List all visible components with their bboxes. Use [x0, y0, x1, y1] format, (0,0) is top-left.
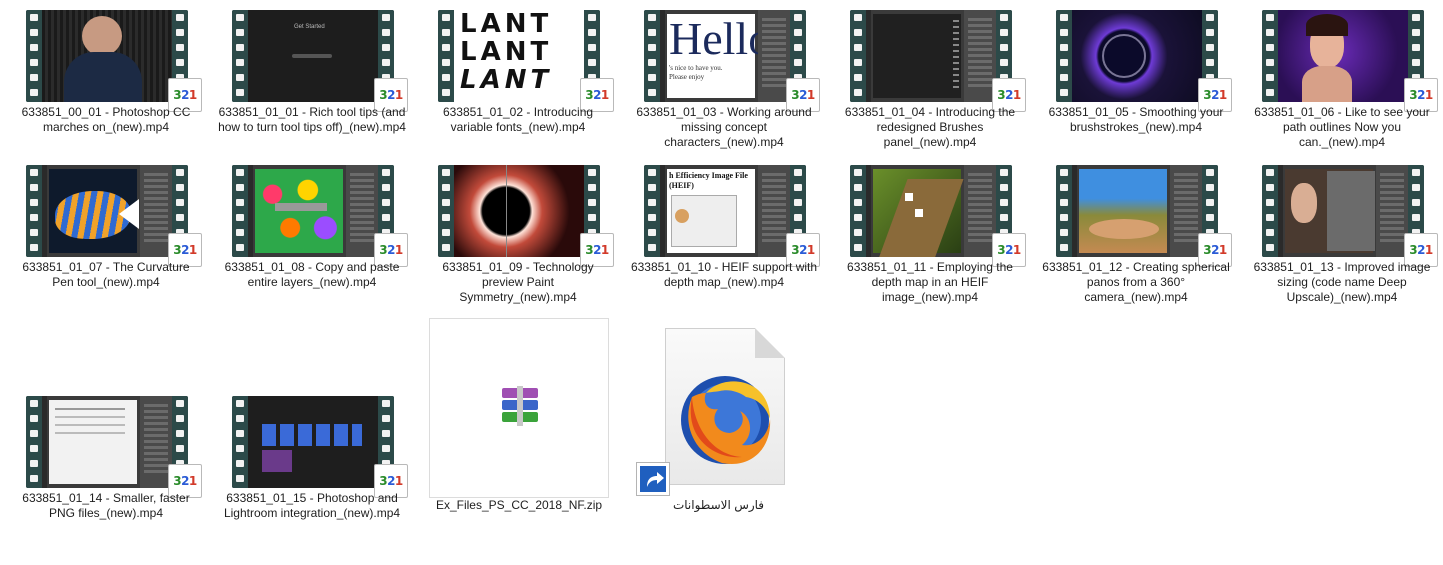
video-thumbnail: [26, 396, 188, 488]
video-file-item[interactable]: LANT LANT LANT 321 633851_01_02 - Introduc…: [423, 2, 614, 152]
video-thumbnail: Hello 's nice to have you. Please enjoy: [644, 10, 806, 102]
file-name-label: 633851_01_14 - Smaller, faster PNG files…: [22, 491, 190, 520]
file-name-label: 633851_01_07 - The Curvature Pen tool_(n…: [22, 260, 190, 289]
file-name-label: 633851_01_15 - Photoshop and Lightroom i…: [223, 491, 401, 520]
file-name-label: 633851_01_11 - Employing the depth map i…: [847, 260, 1013, 304]
video-thumbnail: [1262, 10, 1424, 102]
video-file-item[interactable]: 321 633851_01_14 - Smaller, faster PNG f…: [11, 388, 202, 538]
zip-file-item[interactable]: [429, 318, 609, 498]
file-name-label: 633851_01_06 - Like to see your path out…: [1254, 105, 1430, 149]
shortcut-label: فارس الاسطوانات: [672, 498, 765, 512]
file-name-label: 633851_01_08 - Copy and paste entire lay…: [224, 260, 400, 289]
file-name-label: 633851_01_04 - Introducing the redesigne…: [844, 105, 1016, 149]
file-name-label: 633851_01_03 - Working around missing co…: [636, 105, 812, 149]
video-file-item[interactable]: 321 633851_01_12 - Creating spherical pa…: [1041, 157, 1232, 307]
file-name-label: 633851_01_05 - Smoothing your brushstrok…: [1048, 105, 1224, 134]
video-file-item[interactable]: 321 633851_01_13 - Improved image sizing…: [1247, 157, 1438, 307]
file-name-label: 633851_01_02 - Introducing variable font…: [442, 105, 594, 134]
winrar-archive-icon: [500, 386, 540, 426]
video-thumbnail: [850, 165, 1012, 257]
video-file-item[interactable]: Get Started 321 633851_01_01 - Rich tool…: [217, 2, 408, 152]
firefox-shortcut-item[interactable]: [665, 328, 785, 485]
file-name-label: 633851_00_01 - Photoshop CC marches on_(…: [21, 105, 191, 134]
file-name-label: 633851_01_01 - Rich tool tips (and how t…: [218, 105, 406, 134]
video-thumbnail: [1056, 165, 1218, 257]
video-thumbnail: [26, 10, 188, 102]
file-name-label: 633851_01_12 - Creating spherical panos …: [1042, 260, 1230, 304]
video-file-item[interactable]: 321 633851_01_11 - Employing the depth m…: [835, 157, 1026, 307]
video-file-item[interactable]: 321 633851_01_07 - The Curvature Pen too…: [11, 157, 202, 307]
video-thumbnail: [232, 396, 394, 488]
video-file-item[interactable]: 321 633851_01_15 - Photoshop and Lightro…: [217, 388, 408, 538]
video-thumbnail: Get Started: [232, 10, 394, 102]
video-file-item[interactable]: Hello 's nice to have you. Please enjoy …: [629, 2, 820, 152]
video-file-item[interactable]: 321 633851_01_08 - Copy and paste entire…: [217, 157, 408, 307]
video-thumbnail: [232, 165, 394, 257]
video-thumbnail: [438, 165, 600, 257]
video-file-item[interactable]: 321 633851_01_09 - Technology preview Pa…: [423, 157, 614, 307]
file-name-label: 633851_01_13 - Improved image sizing (co…: [1253, 260, 1431, 304]
video-thumbnail: h Efficiency Image File (HEIF): [644, 165, 806, 257]
video-thumbnail: LANT LANT LANT: [438, 10, 600, 102]
video-thumbnail: [1056, 10, 1218, 102]
video-file-item[interactable]: 321 633851_00_01 - Photoshop CC marches …: [11, 2, 202, 152]
video-thumbnail: [850, 10, 1012, 102]
video-thumbnail: [1262, 165, 1424, 257]
file-name-label: 633851_01_09 - Technology preview Paint …: [442, 260, 594, 304]
video-file-item[interactable]: h Efficiency Image File (HEIF) 321 63385…: [629, 157, 820, 307]
video-file-item[interactable]: 321 633851_01_04 - Introducing the redes…: [835, 2, 1026, 152]
video-thumbnail: [26, 165, 188, 257]
video-file-item[interactable]: 321 633851_01_05 - Smoothing your brushs…: [1041, 2, 1232, 152]
video-file-item[interactable]: 321 633851_01_06 - Like to see your path…: [1247, 2, 1438, 152]
zip-file-label: Ex_Files_PS_CC_2018_NF.zip: [435, 498, 603, 512]
shortcut-arrow-icon: [636, 462, 670, 496]
file-name-label: 633851_01_10 - HEIF support with depth m…: [630, 260, 818, 289]
firefox-icon: [681, 376, 771, 464]
